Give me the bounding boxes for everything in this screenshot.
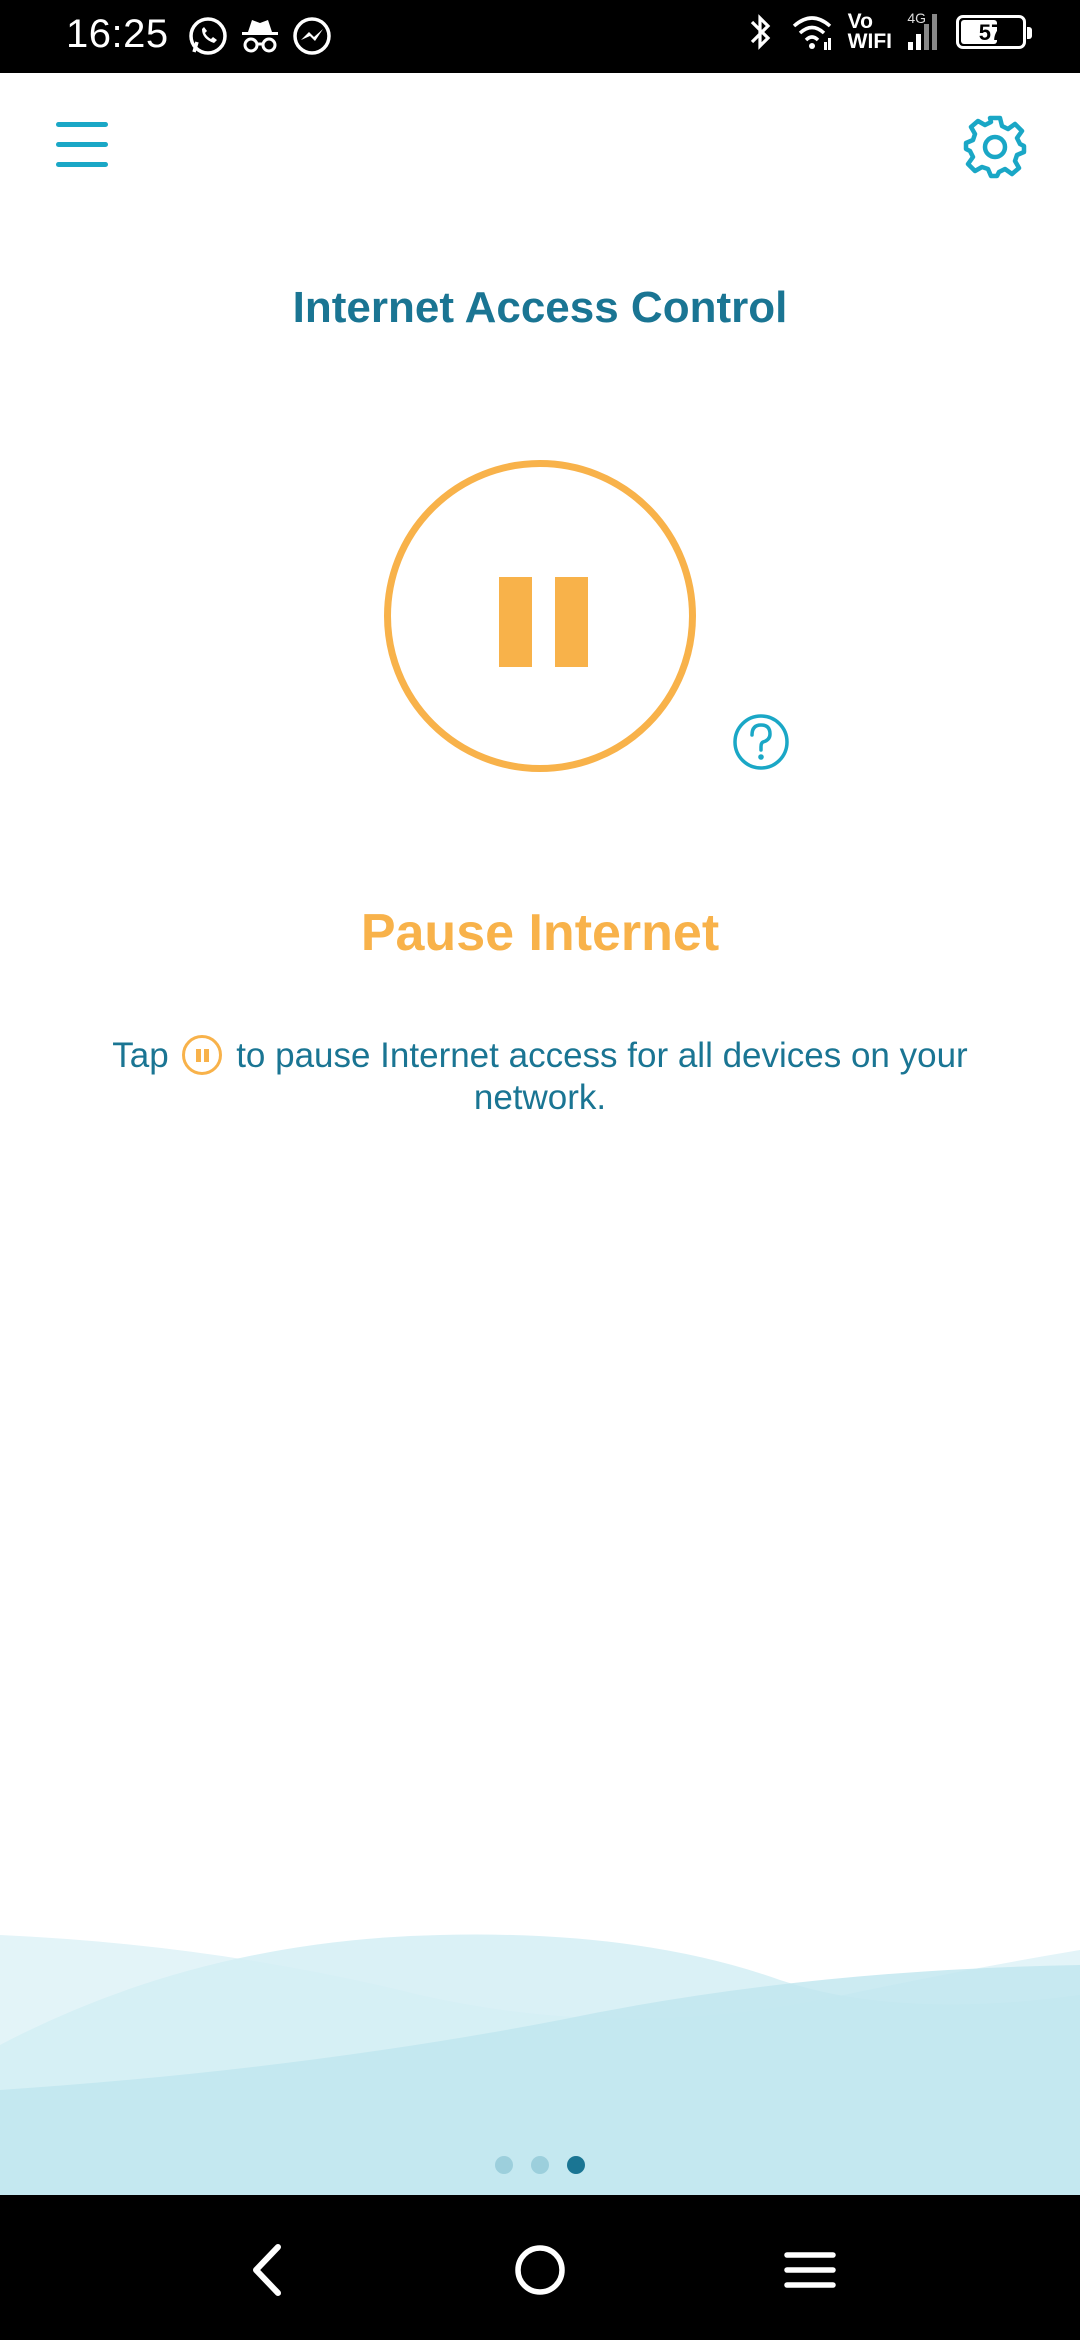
recents-icon[interactable] — [775, 2235, 845, 2305]
page-dot-2[interactable] — [531, 2156, 549, 2174]
status-system-icons: Vo WIFI 57 — [746, 10, 1032, 54]
pause-description: Tap to pause Internet access for all dev… — [100, 1035, 980, 1119]
help-icon[interactable] — [731, 712, 791, 772]
wifi-icon — [792, 16, 831, 50]
status-bar: 16:25 4G Vo WIFI 57 — [0, 0, 1080, 73]
home-icon[interactable] — [505, 2235, 575, 2305]
wave-decoration — [0, 1934, 1080, 2195]
pause-icon-bar-left — [499, 577, 532, 667]
pause-internet-button[interactable] — [384, 460, 696, 772]
back-icon[interactable] — [234, 2235, 304, 2305]
description-tap: Tap — [112, 1036, 169, 1075]
vowifi-wifi-label: WIFI — [847, 30, 892, 53]
vowifi-indicator: Vo WIFI — [847, 10, 892, 53]
description-rest: to pause Internet access for all devices… — [236, 1036, 968, 1117]
vowifi-vo-label: Vo — [847, 10, 873, 33]
battery-indicator: 57 — [956, 15, 1032, 49]
navigation-bar — [0, 2195, 1080, 2340]
bluetooth-icon — [750, 14, 770, 50]
page-indicator — [0, 2156, 1080, 2174]
page-dot-3[interactable] — [567, 2156, 585, 2174]
signal-icon — [908, 14, 937, 50]
battery-level: 57 — [978, 20, 1004, 45]
gear-icon[interactable] — [960, 112, 1030, 182]
status-time: 16:25 — [66, 12, 169, 56]
inline-pause-icon — [182, 1035, 223, 1075]
page-title: Internet Access Control — [292, 283, 788, 332]
incognito-icon — [242, 20, 278, 53]
messenger-icon — [293, 17, 331, 55]
page-dot-1[interactable] — [495, 2156, 513, 2174]
menu-button[interactable] — [52, 118, 112, 174]
status-notification-icons — [186, 14, 334, 58]
whatsapp-icon — [189, 17, 227, 55]
pause-internet-label: Pause Internet — [360, 904, 720, 962]
pause-icon-bar-right — [555, 577, 588, 667]
